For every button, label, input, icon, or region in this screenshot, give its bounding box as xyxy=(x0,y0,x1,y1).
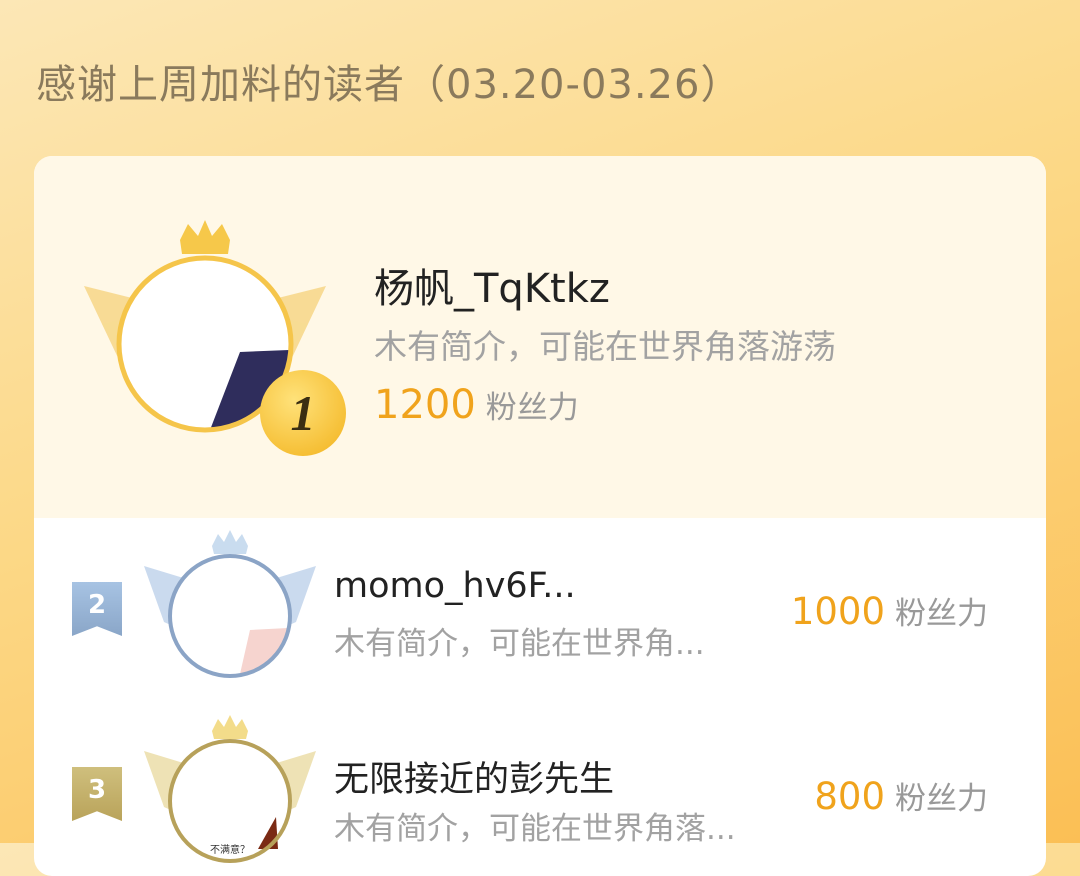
fans-value: 1200 xyxy=(374,382,476,428)
reader-bio: 木有简介，可能在世界角落... xyxy=(334,811,736,847)
reader-name[interactable]: 无限接近的彭先生 xyxy=(334,751,614,802)
rank-badge: 2 xyxy=(72,582,122,636)
rank-badge: 3 xyxy=(72,767,122,821)
top-reader-bio: 木有简介，可能在世界角落游荡 xyxy=(374,327,836,366)
rank-medal-number: 1 xyxy=(290,385,316,441)
leaderboard-card: 1 杨帆_TqKtkz 木有简介，可能在世界角落游荡 1200 粉丝力 2 mom… xyxy=(34,156,1046,876)
fans-unit: 粉丝力 xyxy=(895,781,988,817)
page-title: 感谢上周加料的读者（03.20-03.26） xyxy=(36,62,742,108)
fans-unit: 粉丝力 xyxy=(485,390,579,426)
reader-row[interactable]: 3 不满意？ 无限接近的彭先生 木有简介，可能在世界角落... 800 粉丝力 xyxy=(34,703,1046,876)
rank-medal: 1 xyxy=(260,370,346,456)
reader-row[interactable]: 2 momo_hv6F... 木有简介，可能在世界角... 1000 粉丝力 xyxy=(34,518,1046,703)
top-reader-name[interactable]: 杨帆_TqKtkz xyxy=(374,256,610,314)
silver-wreath-frame xyxy=(144,530,316,678)
top-reader-avatar[interactable]: 1 xyxy=(80,216,346,456)
reader-fans: 800 粉丝力 xyxy=(814,773,988,818)
reader-fans: 1000 粉丝力 xyxy=(791,588,988,633)
reader-avatar[interactable]: 不满意？ xyxy=(140,713,320,863)
reader-bio: 木有简介，可能在世界角... xyxy=(334,626,705,662)
top-reader-item[interactable]: 1 杨帆_TqKtkz 木有简介，可能在世界角落游荡 1200 粉丝力 xyxy=(34,156,1046,518)
top-reader-fans: 1200 粉丝力 xyxy=(374,382,579,428)
fans-value: 800 xyxy=(814,775,885,818)
reader-name[interactable]: momo_hv6F... xyxy=(334,566,576,606)
fans-unit: 粉丝力 xyxy=(895,596,988,632)
fans-value: 1000 xyxy=(790,590,885,633)
avatar-caption: 不满意？ xyxy=(210,845,250,856)
reader-avatar[interactable] xyxy=(140,528,320,678)
